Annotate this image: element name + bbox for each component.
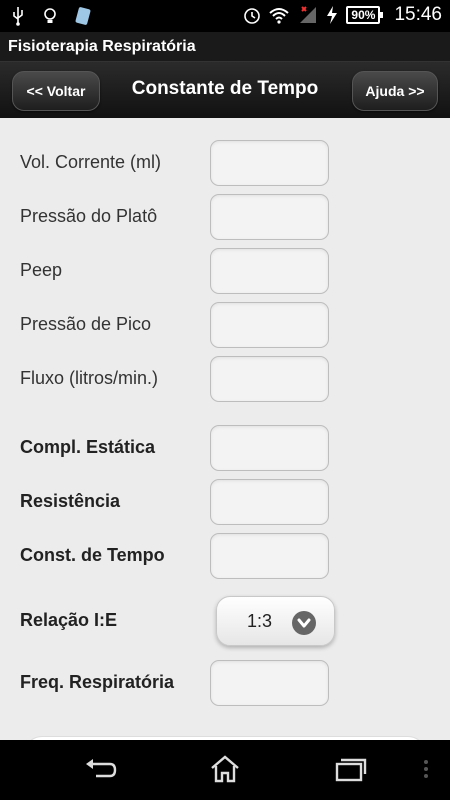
system-nav-bar: [0, 740, 450, 800]
row-vol-corrente: Vol. Corrente (ml): [0, 140, 450, 188]
help-button[interactable]: Ajuda >>: [352, 71, 438, 111]
row-pressao-pico: Pressão de Pico: [0, 302, 450, 350]
alarm-icon: [242, 5, 261, 25]
relacao-ie-select[interactable]: 1:3: [216, 596, 335, 646]
row-fluxo: Fluxo (litros/min.): [0, 356, 450, 404]
const-tempo-output[interactable]: [210, 533, 329, 579]
row-resistencia: Resistência: [0, 479, 450, 527]
lightbulb-icon: [42, 6, 60, 26]
resistencia-label: Resistência: [20, 491, 121, 511]
wifi-icon: [268, 5, 290, 25]
freq-respiratoria-input[interactable]: [210, 660, 329, 706]
pressao-pico-label: Pressão de Pico: [20, 314, 152, 334]
peep-input[interactable]: [210, 248, 329, 294]
vol-corrente-input[interactable]: [210, 140, 329, 186]
const-tempo-label: Const. de Tempo: [20, 545, 165, 565]
pressao-pico-input[interactable]: [210, 302, 329, 348]
row-pressao-plato: Pressão do Platô: [0, 194, 450, 242]
relacao-ie-value: 1:3: [247, 611, 273, 631]
fluxo-input[interactable]: [210, 356, 329, 402]
form-content: Vol. Corrente (ml) Pressão do Platô Peep…: [0, 118, 450, 740]
resistencia-output[interactable]: [210, 479, 329, 525]
menu-dots-icon[interactable]: [420, 754, 432, 784]
usb-icon: [10, 6, 28, 26]
freq-respiratoria-label: Freq. Respiratória: [20, 672, 175, 692]
vol-corrente-label: Vol. Corrente (ml): [20, 152, 162, 172]
clock: 15:46: [394, 4, 442, 25]
compl-estatica-output[interactable]: [210, 425, 329, 471]
pressao-plato-label: Pressão do Platô: [20, 206, 158, 226]
navigation-bar: << Voltar Constante de Tempo Ajuda >>: [0, 62, 450, 118]
fluxo-label: Fluxo (litros/min.): [20, 368, 159, 388]
app-title: Fisioterapia Respiratória: [8, 38, 196, 55]
relacao-ie-label: Relação I:E: [20, 610, 118, 630]
app-title-bar: Fisioterapia Respiratória: [0, 32, 450, 62]
row-compl-estatica: Compl. Estática: [0, 425, 450, 473]
status-bar: 90% 15:46: [0, 0, 450, 32]
compl-estatica-label: Compl. Estática: [20, 437, 156, 457]
recent-apps-icon[interactable]: [332, 754, 368, 784]
row-peep: Peep: [0, 248, 450, 296]
battery-indicator: 90%: [346, 6, 384, 24]
row-relacao-ie: Relação I:E 1:3: [0, 596, 450, 648]
app-icon: [74, 6, 92, 26]
back-arrow-icon[interactable]: [82, 754, 118, 784]
chevron-down-icon: [292, 611, 316, 635]
home-icon[interactable]: [207, 754, 243, 784]
charging-icon: [326, 5, 338, 25]
pressao-plato-input[interactable]: [210, 194, 329, 240]
signal-icon: [298, 5, 318, 25]
row-freq-respiratoria: Freq. Respiratória: [0, 660, 450, 708]
peep-label: Peep: [20, 260, 63, 280]
row-const-tempo: Const. de Tempo: [0, 533, 450, 581]
